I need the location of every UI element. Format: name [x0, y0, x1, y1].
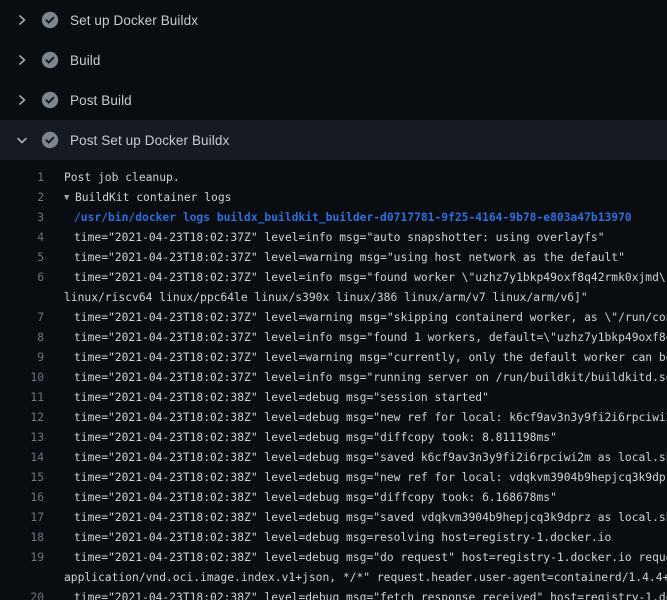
group-title[interactable]: BuildKit container logs [75, 191, 231, 204]
log-line-number[interactable]: 8 [0, 328, 44, 348]
log-text: time="2021-04-23T18:02:38Z" level=debug … [74, 508, 667, 528]
step-header-post-build[interactable]: Post Build [0, 80, 667, 120]
log-line: 19 time="2021-04-23T18:02:38Z" level=debu… [0, 548, 667, 568]
log-text: time="2021-04-23T18:02:38Z" level=debug … [74, 408, 667, 428]
step-label: Set up Docker Buildx [70, 13, 198, 28]
log-line: 1 Post job cleanup. [0, 168, 667, 188]
log-text: time="2021-04-23T18:02:37Z" level=info m… [74, 268, 667, 288]
log-line-number[interactable]: 12 [0, 408, 44, 428]
log-text: time="2021-04-23T18:02:37Z" level=warnin… [74, 248, 625, 268]
log-text: time="2021-04-23T18:02:38Z" level=debug … [74, 468, 667, 488]
chevron-right-icon[interactable] [14, 12, 30, 28]
log-line-number[interactable]: 6 [0, 268, 44, 288]
step-header-set-up-docker-buildx[interactable]: Set up Docker Buildx [0, 0, 667, 40]
log-line-continuation: application/vnd.oci.image.index.v1+json,… [0, 568, 667, 588]
log-text: time="2021-04-23T18:02:37Z" level=warnin… [74, 308, 667, 328]
log-text: time="2021-04-23T18:02:37Z" level=warnin… [74, 348, 667, 368]
log-text: time="2021-04-23T18:02:38Z" level=debug … [74, 388, 489, 408]
log-line: 5 time="2021-04-23T18:02:37Z" level=warni… [0, 248, 667, 268]
log-line-number[interactable]: 11 [0, 388, 44, 408]
log-line: 4 time="2021-04-23T18:02:37Z" level=info … [0, 228, 667, 248]
log-text: time="2021-04-23T18:02:38Z" level=debug … [74, 528, 611, 548]
log-line: 20 time="2021-04-23T18:02:38Z" level=debu… [0, 588, 667, 600]
log-line: 7 time="2021-04-23T18:02:37Z" level=warni… [0, 308, 667, 328]
log-line-number[interactable]: 15 [0, 468, 44, 488]
log-text: time="2021-04-23T18:02:38Z" level=debug … [74, 488, 557, 508]
log-command-text: /usr/bin/docker logs buildx_buildkit_bui… [74, 208, 632, 228]
log-text: time="2021-04-23T18:02:38Z" level=debug … [74, 548, 667, 568]
log-line: 6 time="2021-04-23T18:02:37Z" level=info … [0, 268, 667, 288]
step-success-check-icon [41, 51, 59, 69]
log-line: 9 time="2021-04-23T18:02:37Z" level=warni… [0, 348, 667, 368]
log-line: 17 time="2021-04-23T18:02:38Z" level=debu… [0, 508, 667, 528]
log-line-number [0, 568, 44, 588]
chevron-right-icon[interactable] [14, 92, 30, 108]
log-text: time="2021-04-23T18:02:38Z" level=debug … [74, 588, 667, 600]
step-success-check-icon [41, 91, 59, 109]
step-label: Post Set up Docker Buildx [70, 133, 229, 148]
chevron-down-icon[interactable] [14, 132, 30, 148]
log-line-number[interactable]: 9 [0, 348, 44, 368]
log-line-number[interactable]: 13 [0, 428, 44, 448]
log-line-number[interactable]: 20 [0, 588, 44, 600]
step-success-check-icon [41, 11, 59, 29]
group-toggle-icon[interactable]: ▼ [64, 188, 75, 208]
log-text: time="2021-04-23T18:02:37Z" level=info m… [74, 328, 667, 348]
log-area: 1 Post job cleanup. 2 ▼BuildKit container l… [0, 160, 667, 600]
chevron-right-icon[interactable] [14, 52, 30, 68]
log-line: 16 time="2021-04-23T18:02:38Z" level=debu… [0, 488, 667, 508]
log-line-number[interactable]: 7 [0, 308, 44, 328]
log-line-number[interactable]: 3 [0, 208, 44, 228]
log-line-number[interactable]: 10 [0, 368, 44, 388]
log-text: time="2021-04-23T18:02:37Z" level=info m… [74, 368, 667, 388]
log-line: 3/usr/bin/docker logs buildx_buildkit_bu… [0, 208, 667, 228]
log-line-number[interactable]: 2 [0, 188, 44, 208]
log-text: time="2021-04-23T18:02:38Z" level=debug … [74, 428, 557, 448]
log-line: 15 time="2021-04-23T18:02:38Z" level=debu… [0, 468, 667, 488]
log-line-number[interactable]: 1 [0, 168, 44, 188]
log-line-number[interactable]: 17 [0, 508, 44, 528]
log-line-number[interactable]: 14 [0, 448, 44, 468]
step-header-post-set-up-docker-buildx[interactable]: Post Set up Docker Buildx [0, 120, 667, 160]
log-text: linux/riscv64 linux/ppc64le linux/s390x … [64, 288, 588, 308]
log-line-number[interactable]: 4 [0, 228, 44, 248]
log-text: time="2021-04-23T18:02:37Z" level=info m… [74, 228, 605, 248]
log-line-continuation: linux/riscv64 linux/ppc64le linux/s390x … [0, 288, 667, 308]
log-text: time="2021-04-23T18:02:38Z" level=debug … [74, 448, 667, 468]
log-text: Post job cleanup. [64, 168, 180, 188]
log-line-number[interactable]: 5 [0, 248, 44, 268]
log-line: 13 time="2021-04-23T18:02:38Z" level=debu… [0, 428, 667, 448]
log-line-number[interactable]: 16 [0, 488, 44, 508]
log-line-number[interactable]: 18 [0, 528, 44, 548]
log-line: 18 time="2021-04-23T18:02:38Z" level=debu… [0, 528, 667, 548]
log-line: 10 time="2021-04-23T18:02:37Z" level=info… [0, 368, 667, 388]
log-line: 8 time="2021-04-23T18:02:37Z" level=info … [0, 328, 667, 348]
log-group-row: ▼BuildKit container logs [64, 188, 231, 208]
log-line: 14 time="2021-04-23T18:02:38Z" level=debu… [0, 448, 667, 468]
step-label: Post Build [70, 93, 132, 108]
log-line: 11 time="2021-04-23T18:02:38Z" level=debu… [0, 388, 667, 408]
step-success-check-icon [41, 131, 59, 149]
log-line-number[interactable]: 19 [0, 548, 44, 568]
log-line: 2 ▼BuildKit container logs [0, 188, 667, 208]
log-line-number [0, 288, 44, 308]
step-list: Set up Docker Buildx Build Post Build Post … [0, 0, 667, 160]
log-line: 12 time="2021-04-23T18:02:38Z" level=debu… [0, 408, 667, 428]
log-text: application/vnd.oci.image.index.v1+json,… [64, 568, 667, 588]
step-header-build[interactable]: Build [0, 40, 667, 80]
step-label: Build [70, 53, 101, 68]
actions-log-viewer: Set up Docker Buildx Build Post Build Post … [0, 0, 667, 600]
